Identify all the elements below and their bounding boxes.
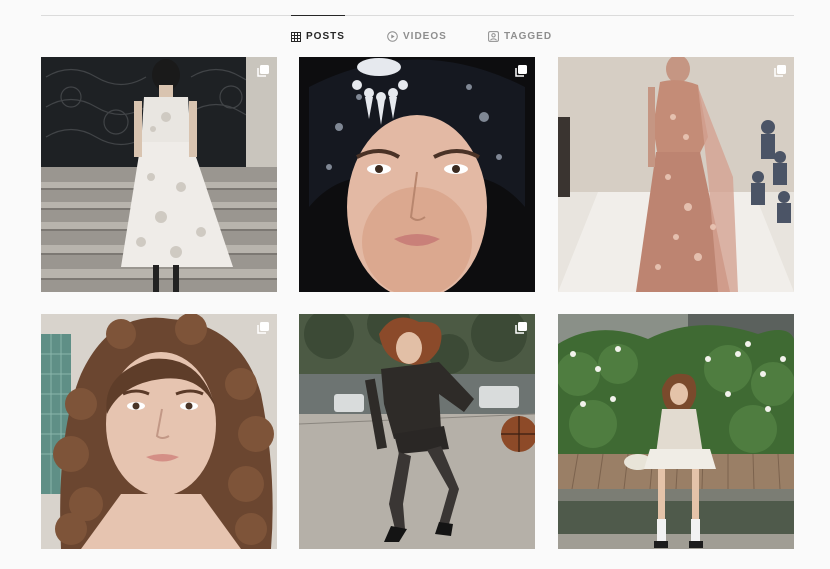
post-image-curly-portrait xyxy=(41,314,277,549)
multiple-photos-icon xyxy=(257,65,269,77)
tab-tagged[interactable]: TAGGED xyxy=(488,15,552,57)
post-image-white-dress xyxy=(41,57,277,292)
multiple-photos-icon xyxy=(774,65,786,77)
post-tile[interactable] xyxy=(558,57,794,292)
multiple-photos-icon xyxy=(515,65,527,77)
post-tile[interactable] xyxy=(299,314,535,549)
tab-posts-label: POSTS xyxy=(306,31,345,42)
post-image-turban-portrait xyxy=(299,57,535,292)
tab-tagged-label: TAGGED xyxy=(504,30,553,42)
profile-tabs: POSTS VIDEOS TAGGED xyxy=(0,15,830,57)
post-image-garden-bench xyxy=(558,314,794,549)
post-tile[interactable] xyxy=(558,314,794,549)
profile-posts-page: POSTS VIDEOS TAGGED xyxy=(0,0,830,569)
post-tile[interactable] xyxy=(299,57,535,292)
multiple-photos-icon xyxy=(257,322,269,334)
tab-posts[interactable]: POSTS xyxy=(291,15,345,57)
tab-videos-label: VIDEOS xyxy=(403,30,447,42)
post-tile[interactable] xyxy=(41,314,277,549)
multiple-photos-icon xyxy=(515,322,527,334)
post-image-pink-gown xyxy=(558,57,794,292)
post-tile[interactable] xyxy=(41,57,277,292)
play-circle-icon xyxy=(387,30,398,42)
grid-icon xyxy=(291,31,301,42)
tab-videos[interactable]: VIDEOS xyxy=(387,15,447,57)
tagged-user-icon xyxy=(488,30,499,42)
post-image-basketball xyxy=(299,314,535,549)
